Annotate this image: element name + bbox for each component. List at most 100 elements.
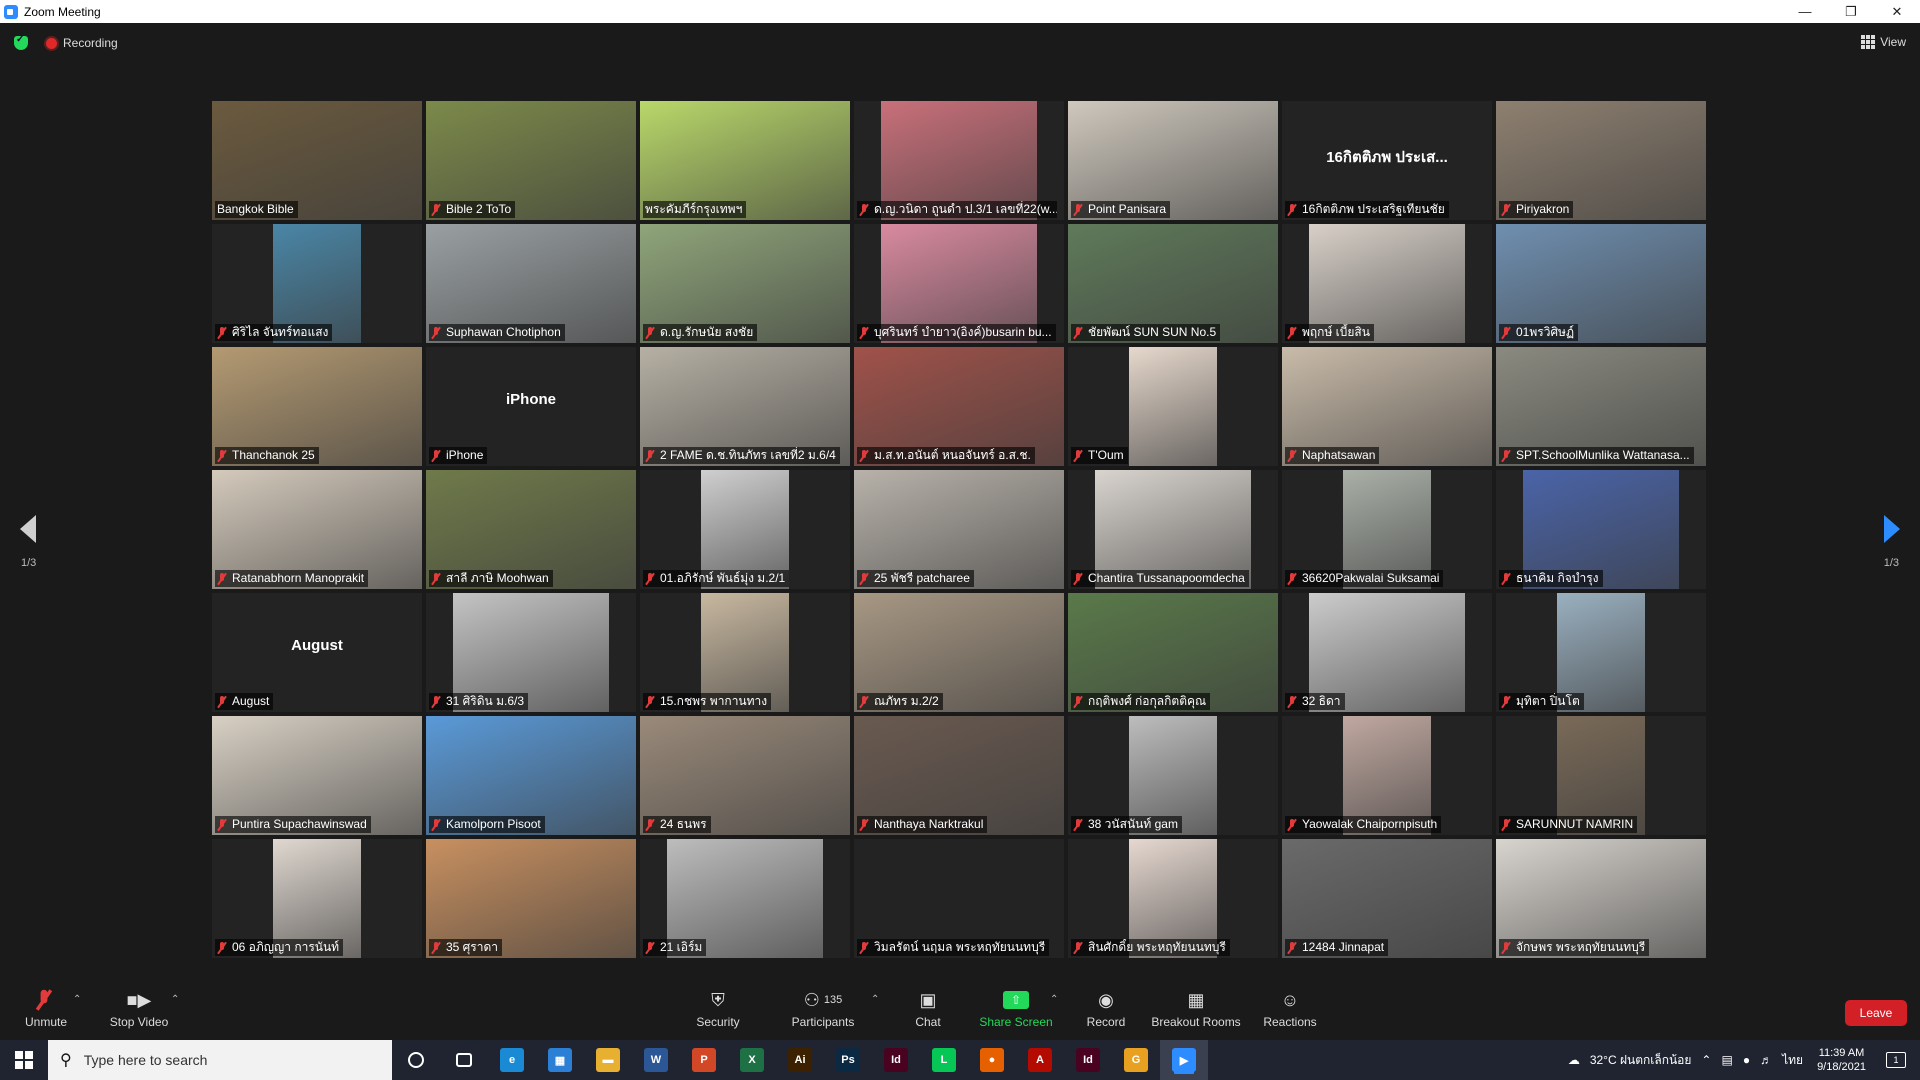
close-button[interactable]: ✕ xyxy=(1874,0,1920,23)
taskbar-app-indesign[interactable]: Id xyxy=(872,1040,920,1080)
taskbar-app-photoshop[interactable]: Ps xyxy=(824,1040,872,1080)
reactions-button[interactable]: ☺ Reactions xyxy=(1263,988,1316,1034)
participant-tile[interactable]: 21 เอิร์ม xyxy=(640,839,850,958)
participant-tile[interactable]: 31 ศิริดิน ม.6/3 xyxy=(426,593,636,712)
participant-tile[interactable]: 01.อภิรักษ์ พันธ์มุ่ง ม.2/1 xyxy=(640,470,850,589)
share-screen-button[interactable]: ⇧ Share Screen xyxy=(979,988,1053,1034)
participant-tile[interactable]: 2 FAME ด.ช.ทินภัทร เลขที่2 ม.6/4 xyxy=(640,347,850,466)
unmute-button[interactable]: Unmute xyxy=(24,988,68,1034)
leave-button[interactable]: Leave xyxy=(1845,1000,1907,1026)
taskbar-app-edge[interactable]: e xyxy=(488,1040,536,1080)
taskbar-app-excel[interactable]: X xyxy=(728,1040,776,1080)
encryption-shield-icon[interactable] xyxy=(14,34,28,50)
participant-tile[interactable]: Piriyakron xyxy=(1496,101,1706,220)
participant-tile[interactable]: Thanchanok 25 xyxy=(212,347,422,466)
participant-tile[interactable]: 15.กชพร พากานทาง xyxy=(640,593,850,712)
participant-name-label: ชัยพัฒน์ SUN SUN No.5 xyxy=(1071,324,1221,341)
participant-tile[interactable]: สินศักดิ์ย พระหฤทัยนนทบุรี xyxy=(1068,839,1278,958)
participant-tile[interactable]: Ratanabhorn Manoprakit xyxy=(212,470,422,589)
participants-options-caret-icon[interactable]: ⌃ xyxy=(871,994,879,1005)
participant-tile[interactable]: 24 ธนพร xyxy=(640,716,850,835)
participant-tile[interactable]: 06 อภิญญา การนันท์ xyxy=(212,839,422,958)
taskbar-app-g-app[interactable]: G xyxy=(1112,1040,1160,1080)
share-options-caret-icon[interactable]: ⌃ xyxy=(1050,994,1058,1005)
participant-tile[interactable]: 12484 Jinnapat xyxy=(1282,839,1492,958)
participant-tile[interactable]: Chantira Tussanapoomdecha xyxy=(1068,470,1278,589)
minimize-button[interactable]: — xyxy=(1782,0,1828,23)
recording-indicator[interactable]: Recording xyxy=(46,36,118,50)
participant-tile[interactable]: ด.ญ.รักษนัย สงชัย xyxy=(640,224,850,343)
participant-tile[interactable]: ณภัทร ม.2/2 xyxy=(854,593,1064,712)
participant-tile[interactable]: สาลี ภาษิ Moohwan xyxy=(426,470,636,589)
tray-chevron-up-icon[interactable]: ⌃ xyxy=(1701,1053,1711,1067)
next-page-arrow-icon[interactable] xyxy=(1884,515,1900,543)
participant-tile[interactable]: Yaowalak Chaipornpisuth xyxy=(1282,716,1492,835)
taskbar-app-illustrator[interactable]: Ai xyxy=(776,1040,824,1080)
participant-tile[interactable]: พฤกษ์ เบี้ยสิน xyxy=(1282,224,1492,343)
taskbar-app-firefox[interactable]: ● xyxy=(968,1040,1016,1080)
participant-tile[interactable]: วิมลรัตน์ นฤมล พระหฤทัยนนทบุรี xyxy=(854,839,1064,958)
participant-tile[interactable]: SPT.SchoolMunlika Wattanasa... xyxy=(1496,347,1706,466)
participant-tile[interactable]: 35 ศุราดา xyxy=(426,839,636,958)
participant-tile[interactable]: ด.ญ.วนิดา ถูนดำ ป.3/1 เลขที่22(w... xyxy=(854,101,1064,220)
taskbar-clock[interactable]: 11:39 AM 9/18/2021 xyxy=(1817,1046,1866,1074)
participant-tile[interactable]: 36620Pakwalai Suksamai xyxy=(1282,470,1492,589)
participant-tile[interactable]: 38 วนัสนันท์ gam xyxy=(1068,716,1278,835)
microphone-icon[interactable]: ● xyxy=(1743,1053,1750,1067)
participant-tile[interactable]: August August xyxy=(212,593,422,712)
taskbar-app-line[interactable]: L xyxy=(920,1040,968,1080)
taskbar-app-acrobat[interactable]: A xyxy=(1016,1040,1064,1080)
participant-tile[interactable]: T'Oum xyxy=(1068,347,1278,466)
participant-tile[interactable]: iPhone iPhone xyxy=(426,347,636,466)
participant-tile[interactable]: ม.ส.ท.อนันต์ หนอจันทร์ อ.ส.ช. xyxy=(854,347,1064,466)
stop-video-button[interactable]: ■▶ Stop Video xyxy=(106,988,172,1034)
participant-tile[interactable]: Kamolporn Pisoot xyxy=(426,716,636,835)
taskbar-app-powerpoint[interactable]: P xyxy=(680,1040,728,1080)
restore-button[interactable]: ❐ xyxy=(1828,0,1874,23)
participant-tile[interactable]: พระคัมภีร์กรุงเทพฯ xyxy=(640,101,850,220)
taskbar-app-file-explorer[interactable]: ▬ xyxy=(584,1040,632,1080)
notification-center-icon[interactable]: 1 xyxy=(1886,1052,1906,1068)
participant-tile[interactable]: ศิริไล จันทร์ทอแสง xyxy=(212,224,422,343)
participant-tile[interactable]: Point Panisara xyxy=(1068,101,1278,220)
previous-page-arrow-icon[interactable] xyxy=(20,515,36,543)
security-button[interactable]: ⛨ Security xyxy=(694,988,742,1034)
participants-button[interactable]: ⚇ 135 Participants xyxy=(791,988,855,1034)
participant-tile[interactable]: บุศรินทร์ บำยาว(อิงค์)busarin bu... xyxy=(854,224,1064,343)
participant-tile[interactable]: 25 พัชรี patcharee xyxy=(854,470,1064,589)
participant-tile[interactable]: 01พรวิศิษฏ์ xyxy=(1496,224,1706,343)
audio-options-caret-icon[interactable]: ⌃ xyxy=(73,994,81,1005)
taskbar-search-box[interactable]: ⚲ Type here to search xyxy=(48,1040,392,1080)
participant-tile[interactable]: Puntira Supachawinswad xyxy=(212,716,422,835)
participant-tile[interactable]: กฤติพงศ์ ก่อกุลกิตติคุณ xyxy=(1068,593,1278,712)
participant-tile[interactable]: จักษพร พระหฤทัยนนทบุรี xyxy=(1496,839,1706,958)
start-button[interactable] xyxy=(0,1040,48,1080)
participant-tile[interactable]: Bangkok Bible xyxy=(212,101,422,220)
taskbar-app-calculator[interactable]: ▦ xyxy=(536,1040,584,1080)
network-icon[interactable]: ▤ xyxy=(1721,1053,1732,1067)
participant-tile[interactable]: Suphawan Chotiphon xyxy=(426,224,636,343)
participant-tile[interactable]: 32 ธิดา xyxy=(1282,593,1492,712)
participant-tile[interactable]: Naphatsawan xyxy=(1282,347,1492,466)
participant-tile[interactable]: Bible 2 ToTo xyxy=(426,101,636,220)
participant-tile[interactable]: ชัยพัฒน์ SUN SUN No.5 xyxy=(1068,224,1278,343)
view-button[interactable]: View xyxy=(1861,35,1906,49)
participant-tile[interactable]: มุทิตา ปิ่นโต xyxy=(1496,593,1706,712)
taskbar-app-task-view[interactable] xyxy=(440,1040,488,1080)
participant-tile[interactable]: Nanthaya Narktrakul xyxy=(854,716,1064,835)
participant-tile[interactable]: ธนาคิม กิจบำรุง xyxy=(1496,470,1706,589)
participant-tile[interactable]: SARUNNUT NAMRIN xyxy=(1496,716,1706,835)
taskbar-app-zoom[interactable]: ▶ xyxy=(1160,1040,1208,1080)
breakout-rooms-button[interactable]: ▦ Breakout Rooms xyxy=(1151,988,1240,1034)
weather-cloud-icon[interactable]: ☁ xyxy=(1568,1053,1580,1067)
chat-button[interactable]: ▣ Chat xyxy=(912,988,944,1034)
volume-icon[interactable]: ♬ xyxy=(1760,1053,1772,1067)
taskbar-app-word[interactable]: W xyxy=(632,1040,680,1080)
video-options-caret-icon[interactable]: ⌃ xyxy=(171,994,179,1005)
record-button[interactable]: ◉ Record xyxy=(1084,988,1128,1034)
language-indicator[interactable]: ไทย xyxy=(1782,1051,1803,1070)
taskbar-app-cortana[interactable] xyxy=(392,1040,440,1080)
participant-tile[interactable]: 16กิตติภพ ประเส... 16กิตติภพ ประเสริฐเทีย… xyxy=(1282,101,1492,220)
taskbar-app-indesign-2[interactable]: Id xyxy=(1064,1040,1112,1080)
weather-text[interactable]: 32°C ฝนตกเล็กน้อย xyxy=(1590,1051,1692,1070)
